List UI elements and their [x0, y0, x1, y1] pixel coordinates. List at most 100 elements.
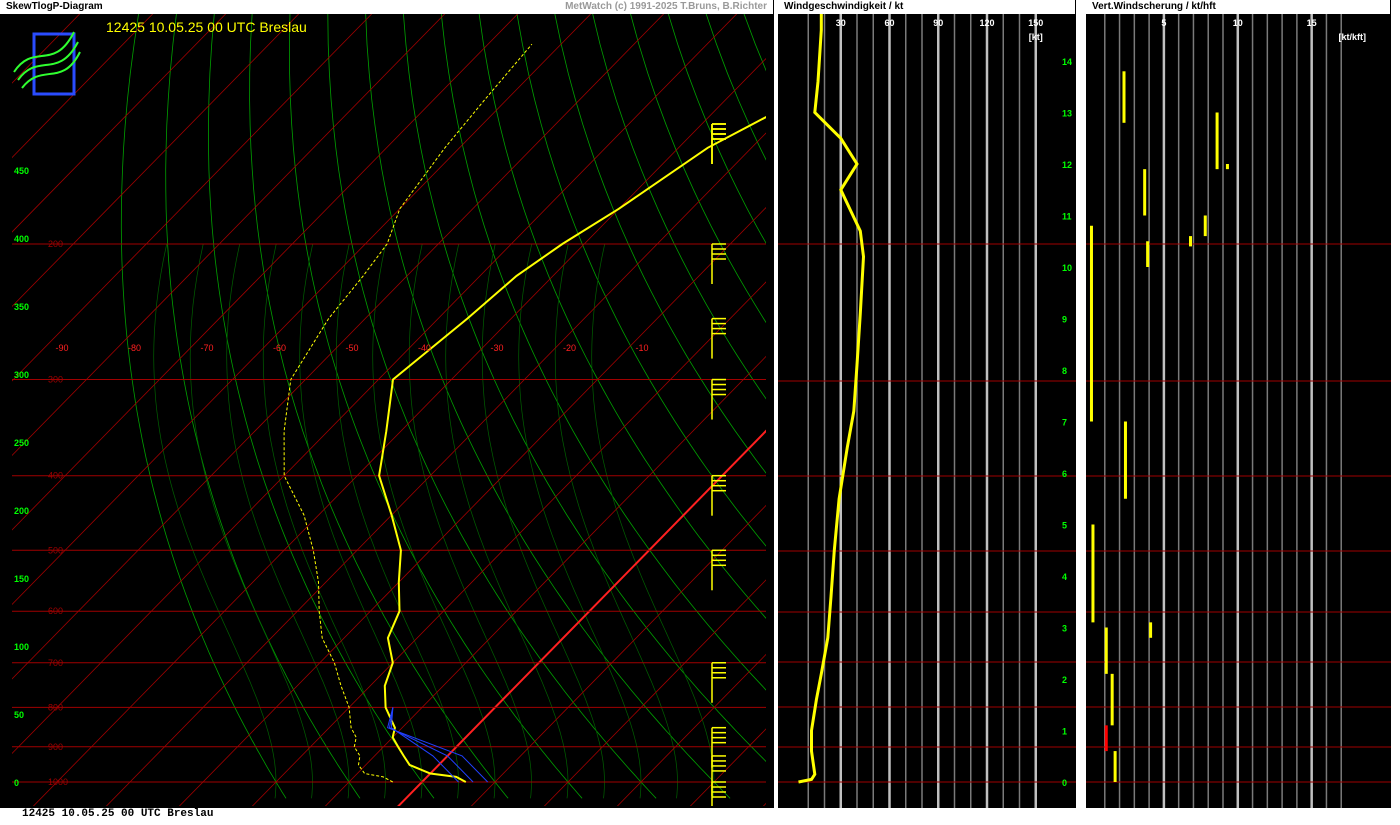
dry-adiabat [208, 14, 435, 799]
isotherm [178, 206, 766, 806]
dry-adiabat [554, 14, 766, 474]
height-km-tick-label: 12 [1062, 160, 1072, 170]
dry-adiabat [743, 14, 766, 72]
pressure-tick-label: 700 [48, 658, 63, 668]
height-tick-label: 300 [14, 370, 29, 380]
pressure-tick-label: 600 [48, 606, 63, 616]
speed-tick-label: 90 [933, 18, 943, 28]
wind-speed-panel: Windgeschwindigkeit / kt 30 60 90 120 150 [kt… [778, 0, 1076, 808]
temperature-tick-label: -90 [55, 343, 68, 353]
dry-adiabat [327, 14, 657, 799]
speed-tick-label: 30 [836, 18, 846, 28]
isotherm [470, 504, 766, 806]
wind-speed-chart: 306090120150[kt]012345678910111213141516 [778, 14, 1076, 808]
height-tick-label: 0 [14, 778, 19, 788]
shear-tick-label: 15 [1307, 18, 1317, 28]
height-km-tick-label: 1 [1062, 727, 1067, 737]
temperature-tick-label: -80 [128, 343, 141, 353]
isotherm [12, 14, 226, 233]
speed-tick-label: 60 [884, 18, 894, 28]
shear-tick-label: 10 [1233, 18, 1243, 28]
moist-adiabat [153, 243, 277, 799]
moist-adiabat [518, 243, 642, 799]
height-km-tick-label: 7 [1062, 418, 1067, 428]
isotherm [105, 132, 766, 806]
isotherm [12, 14, 445, 457]
wind-shear-panel: Vert.Windscherung / kt/hft 5 10 15 [kt/kft] [1086, 0, 1391, 808]
skewt-diagram: 1000900800700600500400300200-90 -80 -70 -60… [0, 14, 766, 808]
pressure-tick-label: 1000 [48, 777, 68, 787]
dry-adiabat [120, 14, 287, 799]
temperature-tick-label: -70 [200, 343, 213, 353]
moist-adiabat [445, 243, 569, 799]
height-tick-label: 50 [14, 710, 24, 720]
height-km-tick-label: 9 [1062, 315, 1067, 325]
dry-adiabat [516, 14, 766, 547]
isotherm [324, 355, 766, 806]
moist-adiabat [481, 243, 605, 799]
copyright-credit: MetWatch (c) 1991-2025 T.Bruns, B.Richte… [565, 1, 767, 12]
height-tick-label: 250 [14, 438, 29, 448]
skewt-header: SkewTlogP-Diagram MetWatch (c) 1991-2025… [0, 0, 774, 14]
parcel-curve [387, 707, 489, 783]
skewt-panel: SkewTlogP-Diagram MetWatch (c) 1991-2025… [0, 0, 774, 808]
height-tick-label: 200 [14, 506, 29, 516]
temperature-tick-label: -20 [563, 343, 576, 353]
temperature-tick-label: -10 [635, 343, 648, 353]
dry-adiabat [592, 14, 766, 400]
moist-adiabat [408, 243, 532, 799]
height-tick-label: 400 [14, 234, 29, 244]
dwd-logo [13, 31, 81, 96]
isotherm [12, 14, 664, 680]
skewt-header-label: SkewTlogP-Diagram [6, 1, 103, 12]
pressure-tick-label: 400 [48, 471, 63, 481]
temperature-profile [378, 115, 766, 783]
height-tick-label: 450 [14, 166, 29, 176]
panel-separator [1076, 0, 1086, 808]
height-km-tick-label: 10 [1062, 263, 1072, 273]
wind-shear-header-label: Vert.Windscherung / kt/hft [1092, 1, 1216, 12]
height-km-tick-label: 5 [1062, 521, 1067, 531]
temperature-tick-label: -50 [345, 343, 358, 353]
pressure-tick-label: 500 [48, 545, 63, 555]
height-tick-label: 100 [14, 642, 29, 652]
isotherm [12, 14, 737, 755]
moist-adiabat [226, 243, 350, 799]
isotherm [0, 14, 7, 808]
wind-speed-header: Windgeschwindigkeit / kt [778, 0, 1076, 14]
wind-shear-header: Vert.Windscherung / kt/hft [1086, 0, 1391, 14]
height-km-tick-label: 2 [1062, 675, 1067, 685]
moist-adiabat [335, 243, 459, 799]
isotherm [543, 579, 766, 806]
dry-adiabat [478, 14, 766, 619]
temperature-tick-label: -30 [490, 343, 503, 353]
pressure-tick-label: 900 [48, 742, 63, 752]
height-km-tick-label: 6 [1062, 469, 1067, 479]
logo-waves [13, 31, 81, 89]
pressure-tick-label: 200 [48, 239, 63, 249]
height-tick-label: 150 [14, 574, 29, 584]
speed-tick-label: 150 [1028, 18, 1043, 28]
footer-caption: 12425 10.05.25 00 UTC Breslau [22, 808, 214, 820]
temperature-tick-label: -60 [273, 343, 286, 353]
height-km-tick-label: 4 [1062, 572, 1067, 582]
dry-adiabat [288, 14, 583, 799]
isotherm [689, 728, 766, 806]
dewpoint-profile [283, 43, 533, 783]
pressure-tick-label: 300 [48, 375, 63, 385]
dry-adiabat [667, 14, 766, 244]
moist-adiabat [262, 243, 386, 799]
wind-shear-chart: 5 10 15 [kt/kft] [1086, 14, 1391, 808]
isotherm [12, 14, 153, 159]
temperature-tick-label: -40 [418, 343, 431, 353]
height-km-tick-label: 13 [1062, 109, 1072, 119]
isotherm [762, 802, 766, 806]
height-km-tick-label: 0 [1062, 778, 1067, 788]
height-km-tick-label: 8 [1062, 366, 1067, 376]
dry-adiabat [440, 14, 766, 691]
height-km-tick-label: 3 [1062, 624, 1067, 634]
shear-unit-label: [kt/kft] [1339, 32, 1367, 42]
dry-adiabat [165, 14, 361, 799]
height-km-tick-label: 14 [1062, 57, 1072, 67]
height-km-tick-label: 11 [1062, 212, 1072, 222]
